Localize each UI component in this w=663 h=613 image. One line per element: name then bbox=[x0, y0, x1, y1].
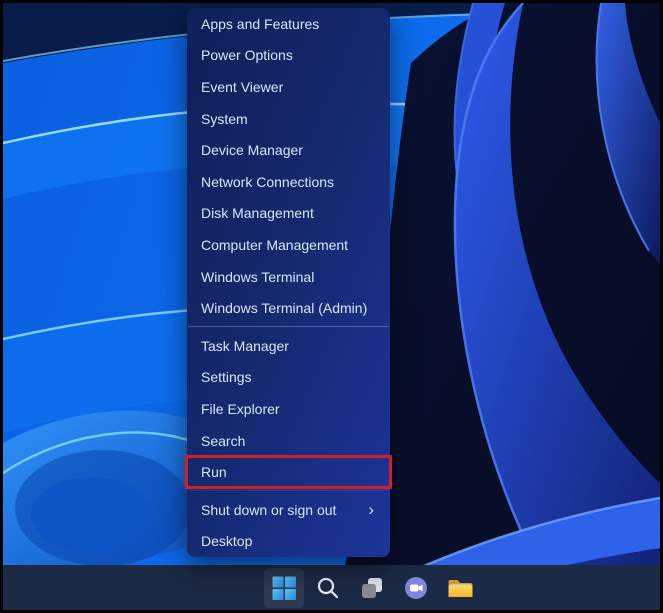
task-view-button[interactable] bbox=[352, 568, 392, 608]
menu-item-disk-management[interactable]: Disk Management bbox=[187, 198, 390, 230]
menu-item-network-connections[interactable]: Network Connections bbox=[187, 166, 390, 198]
menu-item-settings[interactable]: Settings bbox=[187, 362, 390, 394]
menu-item-label: Settings bbox=[201, 369, 252, 386]
menu-item-task-manager[interactable]: Task Manager bbox=[187, 330, 390, 362]
winx-context-menu: Apps and Features Power Options Event Vi… bbox=[185, 8, 392, 558]
menu-item-label: Windows Terminal bbox=[201, 268, 315, 285]
menu-item-system[interactable]: System bbox=[187, 103, 390, 135]
menu-item-label: Windows Terminal (Admin) bbox=[201, 300, 368, 317]
menu-item-label: Task Manager bbox=[201, 337, 289, 354]
task-view-icon bbox=[362, 577, 382, 598]
menu-item-label: Desktop bbox=[201, 533, 253, 550]
menu-item-label: Search bbox=[201, 432, 246, 449]
menu-item-event-viewer[interactable]: Event Viewer bbox=[187, 71, 390, 103]
submenu-chevron-icon: › bbox=[368, 500, 374, 520]
menu-item-device-manager[interactable]: Device Manager bbox=[187, 134, 390, 166]
chat-button[interactable] bbox=[396, 568, 436, 608]
menu-item-label: File Explorer bbox=[201, 400, 280, 417]
menu-item-label: Power Options bbox=[201, 47, 293, 64]
start-button[interactable] bbox=[264, 567, 304, 608]
menu-item-label: System bbox=[201, 110, 248, 127]
file-explorer-button[interactable] bbox=[440, 568, 480, 608]
menu-item-search[interactable]: Search bbox=[187, 425, 390, 457]
menu-item-label: Network Connections bbox=[201, 173, 335, 190]
menu-item-windows-terminal-admin[interactable]: Windows Terminal (Admin) bbox=[187, 292, 390, 324]
taskbar bbox=[3, 565, 660, 610]
menu-item-label: Device Manager bbox=[201, 142, 303, 159]
desktop-screen: Apps and Features Power Options Event Vi… bbox=[0, 0, 663, 613]
menu-item-label: Apps and Features bbox=[201, 15, 320, 32]
menu-item-label: Shut down or sign out bbox=[201, 501, 337, 518]
folder-icon bbox=[448, 579, 472, 597]
chat-video-icon bbox=[405, 576, 427, 599]
menu-item-desktop[interactable]: Desktop bbox=[187, 526, 390, 558]
menu-item-computer-management[interactable]: Computer Management bbox=[187, 229, 390, 261]
search-button[interactable] bbox=[308, 568, 348, 608]
menu-item-label: Run bbox=[201, 464, 227, 481]
menu-item-file-explorer[interactable]: File Explorer bbox=[187, 393, 390, 425]
menu-item-shut-down-or-sign-out[interactable]: Shut down or sign out › bbox=[187, 494, 390, 526]
menu-item-windows-terminal[interactable]: Windows Terminal bbox=[187, 261, 390, 293]
windows-logo-icon bbox=[272, 576, 296, 600]
search-icon bbox=[317, 577, 339, 598]
menu-item-apps-and-features[interactable]: Apps and Features bbox=[187, 8, 390, 40]
taskbar-icons bbox=[264, 565, 480, 610]
menu-item-run[interactable]: Run bbox=[185, 455, 392, 489]
menu-item-power-options[interactable]: Power Options bbox=[187, 40, 390, 72]
menu-item-label: Event Viewer bbox=[201, 78, 284, 95]
menu-item-label: Disk Management bbox=[201, 205, 314, 222]
menu-item-label: Computer Management bbox=[201, 236, 349, 253]
